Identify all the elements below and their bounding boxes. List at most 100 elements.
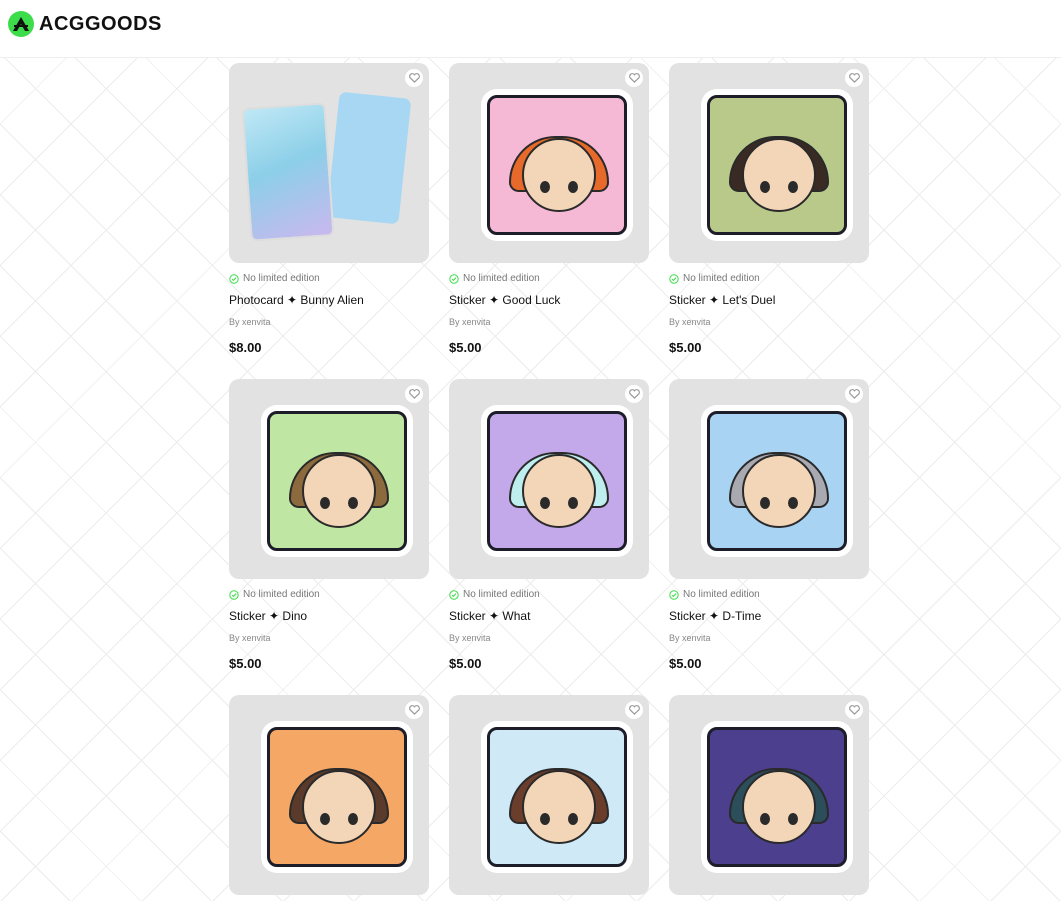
check-circle-icon [669,273,679,284]
product-author[interactable]: By xenvita [669,633,869,643]
favorite-heart-icon[interactable] [405,701,423,719]
product-image[interactable] [669,63,869,263]
favorite-heart-icon[interactable] [845,69,863,87]
character-eye [320,496,330,509]
character-face [742,770,816,845]
character-eye [788,180,798,193]
edition-badge: No limited edition [229,589,429,600]
favorite-heart-icon[interactable] [845,701,863,719]
sticker-art [261,405,413,557]
product-author[interactable]: By xenvita [669,317,869,327]
favorite-heart-icon[interactable] [625,385,643,403]
product-price: $5.00 [449,340,482,355]
character-face [522,138,596,213]
edition-badge: No limited edition [669,589,869,600]
sticker-frame [707,95,847,235]
edition-text: No limited edition [463,589,540,600]
character-eye [760,812,770,825]
product-card[interactable]: No limited edition Photocard ✦ Bunny Alie… [229,63,429,355]
edition-text: No limited edition [683,273,760,284]
product-price: $5.00 [229,656,262,671]
sticker-art [261,721,413,873]
product-image[interactable] [229,63,429,263]
character-eye [568,180,578,193]
photocard-back [326,91,412,225]
character-eye [788,812,798,825]
product-title[interactable]: Photocard ✦ Bunny Alien [229,293,429,307]
character-eye [760,496,770,509]
product-card[interactable]: No limited edition Sticker ✦ What By xenvi… [449,379,649,671]
product-author[interactable]: By xenvita [229,317,429,327]
sticker-frame [267,411,407,551]
product-card[interactable] [449,695,649,895]
sticker-frame [487,411,627,551]
character-eye [568,812,578,825]
product-image[interactable] [229,379,429,579]
character-eye [760,180,770,193]
character-face [742,138,816,213]
sticker-frame [267,727,407,867]
favorite-heart-icon[interactable] [625,69,643,87]
character-eye [540,180,550,193]
sticker-art [701,405,853,557]
sticker-art [481,89,633,241]
character-eye [540,496,550,509]
product-title[interactable]: Sticker ✦ Dino [229,609,429,623]
sticker-art [481,405,633,557]
product-title[interactable]: Sticker ✦ Let's Duel [669,293,869,307]
edition-text: No limited edition [683,589,760,600]
sticker-art [701,89,853,241]
edition-badge: No limited edition [449,273,649,284]
product-card[interactable]: No limited edition Sticker ✦ Dino By xenvi… [229,379,429,671]
product-title[interactable]: Sticker ✦ Good Luck [449,293,649,307]
character-face [302,454,376,529]
product-author[interactable]: By xenvita [449,317,649,327]
product-title[interactable]: Sticker ✦ D-Time [669,609,869,623]
favorite-heart-icon[interactable] [405,69,423,87]
brand-logo[interactable]: ACGGOODS [8,11,162,37]
character-face [742,454,816,529]
product-author[interactable]: By xenvita [229,633,429,643]
edition-badge: No limited edition [669,273,869,284]
favorite-heart-icon[interactable] [845,385,863,403]
edition-text: No limited edition [243,589,320,600]
product-meta: No limited edition Sticker ✦ D-Time By xen… [669,579,869,671]
sticker-frame [487,95,627,235]
product-meta: No limited edition Sticker ✦ Let's Duel By… [669,263,869,355]
brand-name: ACGGOODS [39,12,162,35]
check-circle-icon [449,589,459,600]
product-meta: No limited edition Sticker ✦ What By xenvi… [449,579,649,671]
sticker-frame [707,411,847,551]
sticker-art [481,721,633,873]
edition-badge: No limited edition [229,273,429,284]
check-circle-icon [229,589,239,600]
product-author[interactable]: By xenvita [449,633,649,643]
site-header: ACGGOODS [0,0,1061,58]
product-price: $5.00 [449,656,482,671]
character-eye [348,496,358,509]
product-card[interactable] [229,695,429,895]
product-image[interactable] [449,695,649,895]
edition-badge: No limited edition [449,589,649,600]
favorite-heart-icon[interactable] [405,385,423,403]
product-price: $5.00 [669,340,702,355]
character-face [302,770,376,845]
character-face [522,454,596,529]
product-price: $8.00 [229,340,262,355]
product-card[interactable]: No limited edition Sticker ✦ Good Luck By … [449,63,649,355]
product-card[interactable] [669,695,869,895]
product-image[interactable] [229,695,429,895]
check-circle-icon [669,589,679,600]
favorite-heart-icon[interactable] [625,701,643,719]
product-title[interactable]: Sticker ✦ What [449,609,649,623]
product-image[interactable] [669,695,869,895]
product-card[interactable]: No limited edition Sticker ✦ D-Time By xen… [669,379,869,671]
product-image[interactable] [449,379,649,579]
product-image[interactable] [669,379,869,579]
product-image[interactable] [449,63,649,263]
product-meta: No limited edition Sticker ✦ Dino By xenvi… [229,579,429,671]
character-eye [568,496,578,509]
product-card[interactable]: No limited edition Sticker ✦ Let's Duel By… [669,63,869,355]
check-circle-icon [449,273,459,284]
edition-text: No limited edition [463,273,540,284]
